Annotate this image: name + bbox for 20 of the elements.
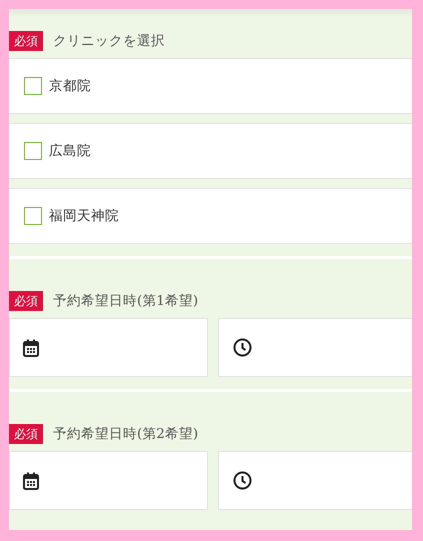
time-field[interactable] <box>218 318 412 377</box>
required-badge: 必須 <box>9 291 43 311</box>
option-label[interactable]: 広島院 <box>49 140 91 162</box>
option-label[interactable]: 福岡天神院 <box>49 206 119 226</box>
required-badge: 必須 <box>9 424 43 444</box>
checkbox[interactable] <box>24 142 42 160</box>
field-label: 予約希望日時(第2希望) <box>53 424 198 444</box>
required-badge: 必須 <box>9 31 43 51</box>
calendar-icon <box>23 338 39 356</box>
checkbox[interactable] <box>24 77 42 95</box>
clock-icon <box>233 338 252 357</box>
option-label[interactable]: 京都院 <box>49 76 91 96</box>
time-field[interactable] <box>218 451 412 510</box>
field-label: クリニックを選択 <box>53 32 165 51</box>
checkbox[interactable] <box>24 207 42 225</box>
date-field[interactable] <box>9 451 208 510</box>
clock-icon <box>233 471 252 490</box>
field-label: 予約希望日時(第1希望) <box>53 292 198 311</box>
calendar-icon <box>23 472 39 490</box>
date-field[interactable] <box>9 318 208 377</box>
